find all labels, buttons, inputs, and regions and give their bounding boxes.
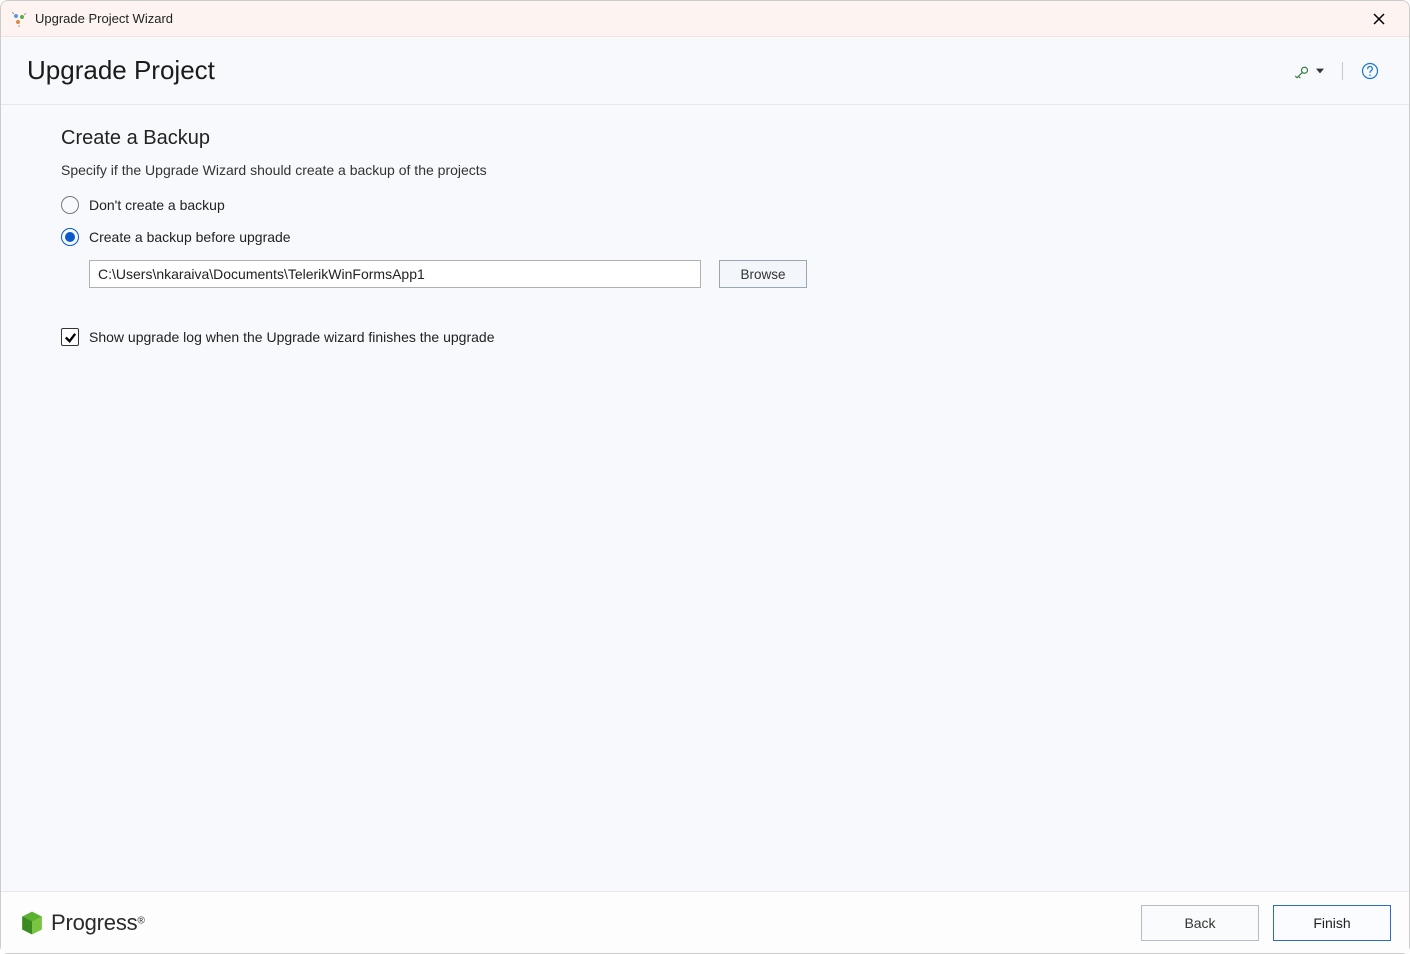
checkbox-icon — [61, 328, 79, 346]
radio-icon — [61, 196, 79, 214]
header-tools — [1290, 58, 1383, 84]
wizard-header: Upgrade Project — [1, 37, 1409, 105]
backup-path-input[interactable] — [89, 260, 701, 288]
browse-button[interactable]: Browse — [719, 260, 807, 288]
section-title: Create a Backup — [61, 127, 1349, 150]
close-button[interactable] — [1359, 5, 1399, 33]
key-icon — [1294, 62, 1312, 80]
radio-icon-selected — [61, 228, 79, 246]
app-icon — [11, 11, 27, 27]
showlog-checkbox[interactable]: Show upgrade log when the Upgrade wizard… — [61, 328, 1349, 346]
radio-create-backup[interactable]: Create a backup before upgrade — [61, 228, 1349, 246]
title-bar: Upgrade Project Wizard — [1, 1, 1409, 37]
wizard-content: Create a Backup Specify if the Upgrade W… — [1, 105, 1409, 891]
check-icon — [64, 331, 77, 344]
backup-path-row: Browse — [89, 260, 1349, 288]
progress-icon — [19, 910, 45, 936]
settings-dropdown[interactable] — [1290, 58, 1328, 84]
radio-dot-icon — [65, 232, 75, 242]
brand-name: Progress® — [51, 910, 145, 936]
help-button[interactable] — [1357, 58, 1383, 84]
chevron-down-icon — [1316, 67, 1324, 75]
wizard-window: Upgrade Project Wizard Upgrade Project — [0, 0, 1410, 954]
wizard-footer: Progress® Back Finish — [1, 891, 1409, 953]
finish-button[interactable]: Finish — [1273, 905, 1391, 941]
window-title: Upgrade Project Wizard — [35, 11, 1359, 26]
help-icon — [1361, 62, 1379, 80]
header-divider — [1342, 62, 1343, 80]
section-description: Specify if the Upgrade Wizard should cre… — [61, 162, 1349, 178]
showlog-checkbox-label: Show upgrade log when the Upgrade wizard… — [89, 329, 495, 345]
footer-buttons: Back Finish — [1141, 905, 1391, 941]
brand-logo: Progress® — [19, 910, 1141, 936]
radio-no-backup[interactable]: Don't create a backup — [61, 196, 1349, 214]
radio-create-backup-label: Create a backup before upgrade — [89, 229, 291, 245]
back-button[interactable]: Back — [1141, 905, 1259, 941]
close-icon — [1373, 13, 1385, 25]
radio-no-backup-label: Don't create a backup — [89, 197, 225, 213]
page-title: Upgrade Project — [27, 55, 1290, 86]
